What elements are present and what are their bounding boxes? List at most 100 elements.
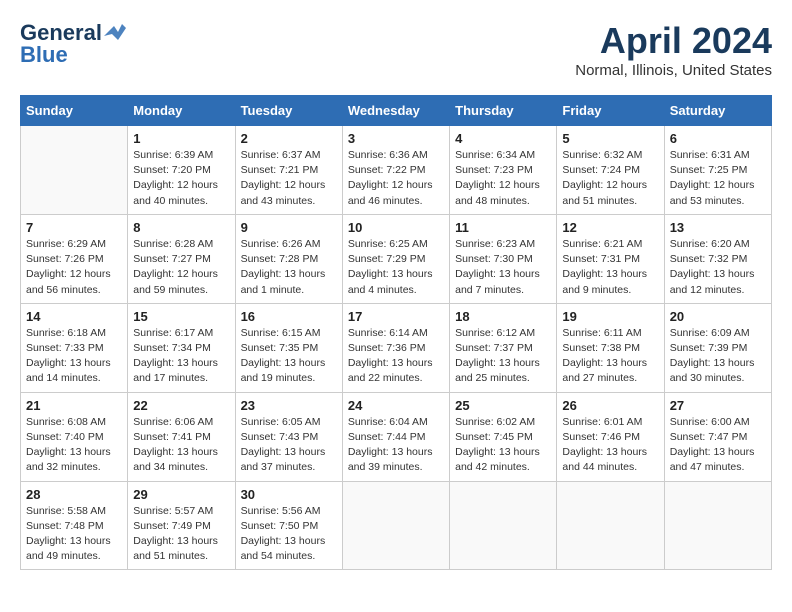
- day-info: Sunrise: 6:34 AMSunset: 7:23 PMDaylight:…: [455, 148, 551, 209]
- day-number: 15: [133, 309, 229, 324]
- calendar-cell: 23Sunrise: 6:05 AMSunset: 7:43 PMDayligh…: [235, 392, 342, 481]
- weekday-header-sunday: Sunday: [21, 96, 128, 126]
- day-number: 12: [562, 220, 658, 235]
- day-info: Sunrise: 6:14 AMSunset: 7:36 PMDaylight:…: [348, 326, 444, 387]
- calendar-cell: 2 Sunrise: 6:37 AMSunset: 7:21 PMDaylight…: [235, 126, 342, 215]
- calendar-cell: 5 Sunrise: 6:32 AMSunset: 7:24 PMDaylight…: [557, 126, 664, 215]
- day-info: Sunrise: 6:12 AMSunset: 7:37 PMDaylight:…: [455, 326, 551, 387]
- day-info: Sunrise: 6:25 AMSunset: 7:29 PMDaylight:…: [348, 237, 444, 298]
- calendar-cell: 13 Sunrise: 6:20 AMSunset: 7:32 PMDayligh…: [664, 214, 771, 303]
- day-number: 2: [241, 131, 337, 146]
- day-info: Sunrise: 6:37 AMSunset: 7:21 PMDaylight:…: [241, 148, 337, 209]
- day-info: Sunrise: 6:23 AMSunset: 7:30 PMDaylight:…: [455, 237, 551, 298]
- calendar-cell: [450, 481, 557, 570]
- day-info: Sunrise: 6:04 AMSunset: 7:44 PMDaylight:…: [348, 415, 444, 476]
- location: Normal, Illinois, United States: [575, 62, 772, 79]
- day-number: 22: [133, 398, 229, 413]
- day-number: 6: [670, 131, 766, 146]
- calendar-week-row: 7Sunrise: 6:29 AMSunset: 7:26 PMDaylight…: [21, 214, 772, 303]
- day-info: Sunrise: 6:01 AMSunset: 7:46 PMDaylight:…: [562, 415, 658, 476]
- day-number: 24: [348, 398, 444, 413]
- logo: General Blue: [20, 20, 126, 68]
- day-number: 29: [133, 487, 229, 502]
- weekday-header-thursday: Thursday: [450, 96, 557, 126]
- day-info: Sunrise: 6:21 AMSunset: 7:31 PMDaylight:…: [562, 237, 658, 298]
- calendar-week-row: 14 Sunrise: 6:18 AMSunset: 7:33 PMDayligh…: [21, 303, 772, 392]
- day-number: 13: [670, 220, 766, 235]
- weekday-header-saturday: Saturday: [664, 96, 771, 126]
- day-number: 27: [670, 398, 766, 413]
- calendar-cell: 27 Sunrise: 6:00 AMSunset: 7:47 PMDayligh…: [664, 392, 771, 481]
- day-number: 28: [26, 487, 122, 502]
- month-title: April 2024: [575, 20, 772, 62]
- weekday-header-wednesday: Wednesday: [342, 96, 449, 126]
- day-info: Sunrise: 6:09 AMSunset: 7:39 PMDaylight:…: [670, 326, 766, 387]
- calendar-cell: 7Sunrise: 6:29 AMSunset: 7:26 PMDaylight…: [21, 214, 128, 303]
- calendar-cell: 1Sunrise: 6:39 AMSunset: 7:20 PMDaylight…: [128, 126, 235, 215]
- day-number: 25: [455, 398, 551, 413]
- calendar-cell: [557, 481, 664, 570]
- calendar-cell: 19 Sunrise: 6:11 AMSunset: 7:38 PMDayligh…: [557, 303, 664, 392]
- calendar-cell: [664, 481, 771, 570]
- day-info: Sunrise: 6:06 AMSunset: 7:41 PMDaylight:…: [133, 415, 229, 476]
- day-info: Sunrise: 5:56 AMSunset: 7:50 PMDaylight:…: [241, 504, 337, 565]
- calendar-cell: 30Sunrise: 5:56 AMSunset: 7:50 PMDayligh…: [235, 481, 342, 570]
- logo-blue: Blue: [20, 42, 68, 68]
- calendar-cell: 11Sunrise: 6:23 AMSunset: 7:30 PMDayligh…: [450, 214, 557, 303]
- day-number: 14: [26, 309, 122, 324]
- calendar-cell: 14 Sunrise: 6:18 AMSunset: 7:33 PMDayligh…: [21, 303, 128, 392]
- day-info: Sunrise: 5:58 AMSunset: 7:48 PMDaylight:…: [26, 504, 122, 565]
- calendar-cell: 25 Sunrise: 6:02 AMSunset: 7:45 PMDayligh…: [450, 392, 557, 481]
- day-info: Sunrise: 6:28 AMSunset: 7:27 PMDaylight:…: [133, 237, 229, 298]
- day-info: Sunrise: 6:36 AMSunset: 7:22 PMDaylight:…: [348, 148, 444, 209]
- calendar-week-row: 1Sunrise: 6:39 AMSunset: 7:20 PMDaylight…: [21, 126, 772, 215]
- calendar-cell: 12 Sunrise: 6:21 AMSunset: 7:31 PMDayligh…: [557, 214, 664, 303]
- day-number: 26: [562, 398, 658, 413]
- calendar-cell: 24 Sunrise: 6:04 AMSunset: 7:44 PMDayligh…: [342, 392, 449, 481]
- calendar-cell: 17 Sunrise: 6:14 AMSunset: 7:36 PMDayligh…: [342, 303, 449, 392]
- calendar-cell: 29 Sunrise: 5:57 AMSunset: 7:49 PMDayligh…: [128, 481, 235, 570]
- day-number: 4: [455, 131, 551, 146]
- calendar-cell: 3Sunrise: 6:36 AMSunset: 7:22 PMDaylight…: [342, 126, 449, 215]
- weekday-header-tuesday: Tuesday: [235, 96, 342, 126]
- day-number: 20: [670, 309, 766, 324]
- day-number: 18: [455, 309, 551, 324]
- day-info: Sunrise: 6:26 AMSunset: 7:28 PMDaylight:…: [241, 237, 337, 298]
- weekday-header-monday: Monday: [128, 96, 235, 126]
- title-section: April 2024 Normal, Illinois, United Stat…: [575, 20, 772, 79]
- day-number: 23: [241, 398, 337, 413]
- day-info: Sunrise: 6:02 AMSunset: 7:45 PMDaylight:…: [455, 415, 551, 476]
- day-info: Sunrise: 6:32 AMSunset: 7:24 PMDaylight:…: [562, 148, 658, 209]
- calendar-cell: 18 Sunrise: 6:12 AMSunset: 7:37 PMDayligh…: [450, 303, 557, 392]
- day-info: Sunrise: 6:29 AMSunset: 7:26 PMDaylight:…: [26, 237, 122, 298]
- logo-bird-icon: [104, 22, 126, 40]
- calendar-week-row: 28 Sunrise: 5:58 AMSunset: 7:48 PMDayligh…: [21, 481, 772, 570]
- day-info: Sunrise: 6:11 AMSunset: 7:38 PMDaylight:…: [562, 326, 658, 387]
- weekday-header-friday: Friday: [557, 96, 664, 126]
- day-number: 9: [241, 220, 337, 235]
- page-header: General Blue April 2024 Normal, Illinois…: [20, 20, 772, 79]
- day-number: 16: [241, 309, 337, 324]
- day-number: 19: [562, 309, 658, 324]
- day-info: Sunrise: 6:31 AMSunset: 7:25 PMDaylight:…: [670, 148, 766, 209]
- calendar-cell: 22 Sunrise: 6:06 AMSunset: 7:41 PMDayligh…: [128, 392, 235, 481]
- day-info: Sunrise: 6:18 AMSunset: 7:33 PMDaylight:…: [26, 326, 122, 387]
- calendar-week-row: 21Sunrise: 6:08 AMSunset: 7:40 PMDayligh…: [21, 392, 772, 481]
- calendar-cell: 28 Sunrise: 5:58 AMSunset: 7:48 PMDayligh…: [21, 481, 128, 570]
- day-info: Sunrise: 6:08 AMSunset: 7:40 PMDaylight:…: [26, 415, 122, 476]
- day-info: Sunrise: 5:57 AMSunset: 7:49 PMDaylight:…: [133, 504, 229, 565]
- day-number: 17: [348, 309, 444, 324]
- calendar-cell: [342, 481, 449, 570]
- day-info: Sunrise: 6:20 AMSunset: 7:32 PMDaylight:…: [670, 237, 766, 298]
- calendar-cell: 15 Sunrise: 6:17 AMSunset: 7:34 PMDayligh…: [128, 303, 235, 392]
- calendar-header-row: SundayMondayTuesdayWednesdayThursdayFrid…: [21, 96, 772, 126]
- day-info: Sunrise: 6:00 AMSunset: 7:47 PMDaylight:…: [670, 415, 766, 476]
- day-info: Sunrise: 6:17 AMSunset: 7:34 PMDaylight:…: [133, 326, 229, 387]
- day-number: 8: [133, 220, 229, 235]
- day-info: Sunrise: 6:15 AMSunset: 7:35 PMDaylight:…: [241, 326, 337, 387]
- calendar-table: SundayMondayTuesdayWednesdayThursdayFrid…: [20, 95, 772, 570]
- day-number: 5: [562, 131, 658, 146]
- calendar-cell: 4 Sunrise: 6:34 AMSunset: 7:23 PMDaylight…: [450, 126, 557, 215]
- day-number: 10: [348, 220, 444, 235]
- calendar-cell: 20 Sunrise: 6:09 AMSunset: 7:39 PMDayligh…: [664, 303, 771, 392]
